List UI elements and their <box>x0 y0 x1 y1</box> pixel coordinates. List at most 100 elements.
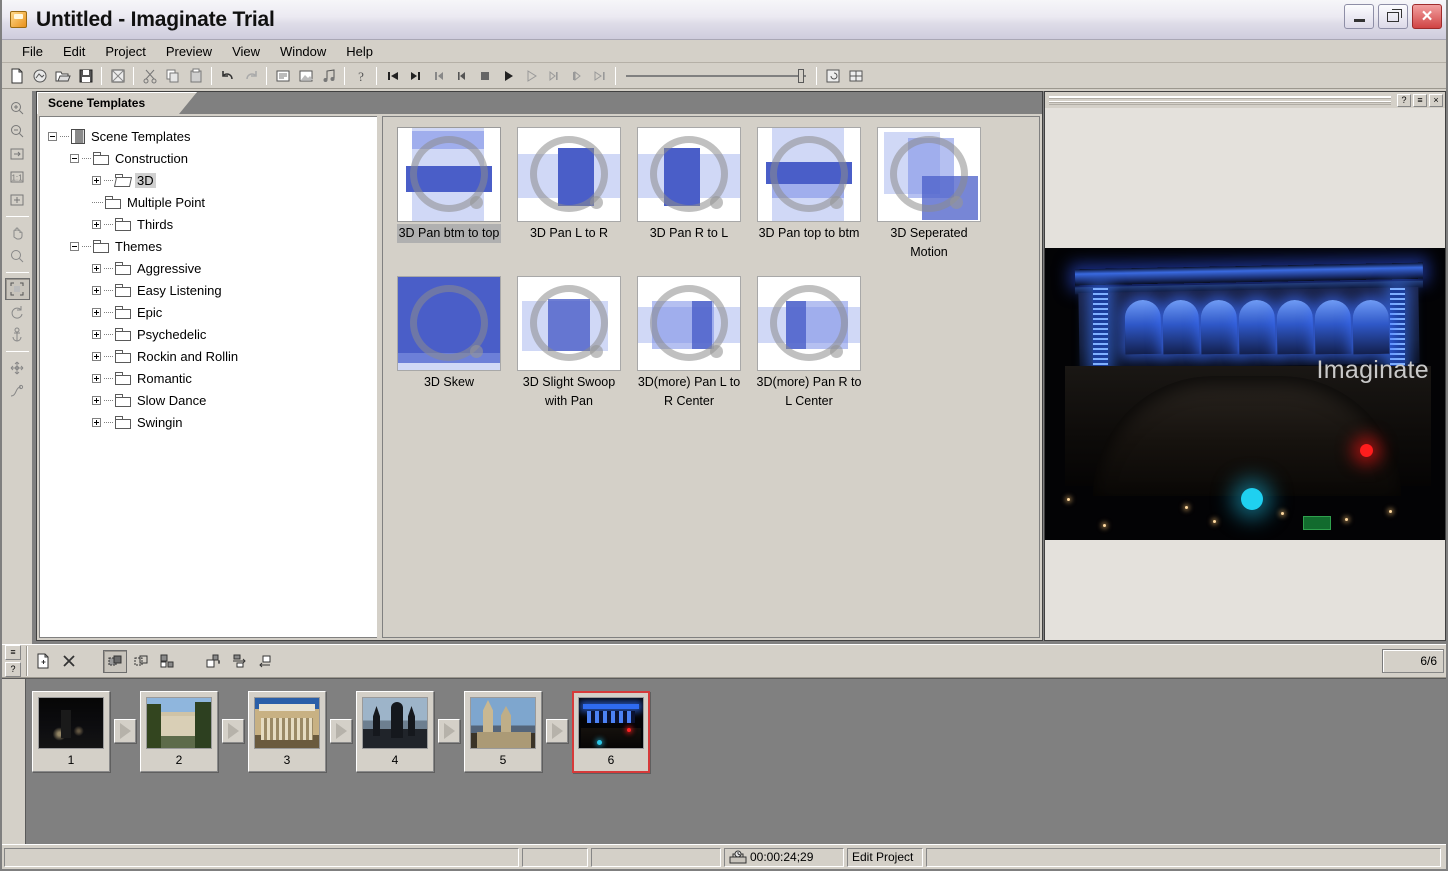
tab-scene-templates[interactable]: Scene Templates <box>37 92 197 114</box>
tree-item-psychedelic[interactable]: Psychedelic <box>48 323 377 345</box>
help-icon[interactable]: ? <box>349 65 372 87</box>
template-item[interactable]: 3D Pan top to btm <box>749 127 869 262</box>
slider-thumb[interactable] <box>798 68 804 83</box>
tree-item-slow-dance[interactable]: Slow Dance <box>48 389 377 411</box>
insert-before-icon[interactable] <box>201 649 225 673</box>
template-item[interactable]: 3D Pan L to R <box>509 127 629 262</box>
maximize-button[interactable] <box>1378 4 1408 29</box>
tree-item-3d[interactable]: 3D <box>48 169 377 191</box>
timeline-frame[interactable]: 3 <box>248 691 326 772</box>
slide-view-icon[interactable] <box>103 649 127 673</box>
fit-to-window-icon[interactable] <box>5 143 30 165</box>
delete-slide-icon[interactable] <box>57 649 81 673</box>
timeline-frame[interactable]: 1 <box>32 691 110 772</box>
move-icon[interactable] <box>5 357 30 379</box>
menu-edit[interactable]: Edit <box>53 41 95 62</box>
template-tree[interactable]: Scene Templates Construction 3D Multiple Po… <box>39 116 377 638</box>
menu-project[interactable]: Project <box>95 41 155 62</box>
template-item[interactable]: 3D Slight Swoop with Pan <box>509 276 629 411</box>
paste-icon[interactable] <box>184 65 207 87</box>
tree-collapse-icon[interactable] <box>70 153 79 163</box>
add-image-icon[interactable] <box>294 65 317 87</box>
stop-icon[interactable] <box>473 65 496 87</box>
preview-position-slider[interactable] <box>626 66 806 86</box>
magnifier-icon[interactable] <box>5 245 30 267</box>
tree-expand-icon[interactable] <box>92 351 101 361</box>
properties-icon[interactable] <box>271 65 294 87</box>
tree-expand-icon[interactable] <box>92 395 101 405</box>
play-outline-icon[interactable] <box>519 65 542 87</box>
cut-icon[interactable] <box>138 65 161 87</box>
tree-item-scene-templates[interactable]: Scene Templates <box>48 125 377 147</box>
menu-window[interactable]: Window <box>270 41 336 62</box>
previous-icon[interactable] <box>427 65 450 87</box>
actual-size-icon[interactable]: 1:1 <box>5 166 30 188</box>
tree-item-multiple-point[interactable]: Multiple Point <box>48 191 377 213</box>
tree-item-thirds[interactable]: Thirds <box>48 213 377 235</box>
zoom-in-icon[interactable] <box>5 97 30 119</box>
step-forward-marker-icon[interactable] <box>565 65 588 87</box>
open-folder-icon[interactable] <box>51 65 74 87</box>
tree-expand-icon[interactable] <box>92 373 101 383</box>
swap-icon[interactable] <box>227 649 251 673</box>
template-item[interactable]: 3D(more) Pan L to R Center <box>629 276 749 411</box>
tree-expand-icon[interactable] <box>92 219 101 229</box>
transition-view-icon[interactable] <box>129 649 153 673</box>
frame-back-icon[interactable] <box>450 65 473 87</box>
template-item[interactable]: 3D Seperated Motion <box>869 127 989 262</box>
menu-file[interactable]: File <box>12 41 53 62</box>
tree-item-swingin[interactable]: Swingin <box>48 411 377 433</box>
preview-drag-grip[interactable] <box>1049 95 1391 105</box>
tree-item-epic[interactable]: Epic <box>48 301 377 323</box>
transition-button[interactable] <box>222 719 244 743</box>
tree-item-romantic[interactable]: Romantic <box>48 367 377 389</box>
minimize-button[interactable] <box>1344 4 1374 29</box>
grouped-view-icon[interactable] <box>155 649 179 673</box>
tree-expand-icon[interactable] <box>92 175 101 185</box>
play-icon[interactable] <box>496 65 519 87</box>
preview-close-button[interactable]: × <box>1429 93 1443 107</box>
preview-help-button[interactable]: ? <box>1397 93 1411 107</box>
tree-expand-icon[interactable] <box>92 417 101 427</box>
new-icon[interactable] <box>5 65 28 87</box>
close-button[interactable]: × <box>1412 4 1442 29</box>
tree-expand-icon[interactable] <box>92 329 101 339</box>
timeline-help-icon[interactable]: ? <box>5 662 21 677</box>
tree-expand-icon[interactable] <box>92 285 101 295</box>
menu-view[interactable]: View <box>222 41 270 62</box>
next-icon[interactable] <box>542 65 565 87</box>
rewind-start-icon[interactable] <box>381 65 404 87</box>
fast-forward-end-icon[interactable] <box>588 65 611 87</box>
open-project-icon[interactable] <box>28 65 51 87</box>
tree-item-aggressive[interactable]: Aggressive <box>48 257 377 279</box>
tree-item-themes[interactable]: Themes <box>48 235 377 257</box>
tree-expand-icon[interactable] <box>92 307 101 317</box>
step-back-marker-icon[interactable] <box>404 65 427 87</box>
template-item[interactable]: 3D(more) Pan R to L Center <box>749 276 869 411</box>
zoom-out-icon[interactable] <box>5 120 30 142</box>
timeline-filmstrip[interactable]: 1 2 3 4 5 6 <box>2 678 1446 844</box>
pan-hand-icon[interactable] <box>5 222 30 244</box>
template-thumbnail-pane[interactable]: 3D Pan btm to top 3D Pan L to R 3D Pan R t… <box>382 116 1040 638</box>
template-item[interactable]: 3D Skew <box>389 276 509 411</box>
transition-button[interactable] <box>330 719 352 743</box>
transition-button[interactable] <box>546 719 568 743</box>
redo-icon[interactable] <box>239 65 262 87</box>
tree-item-construction[interactable]: Construction <box>48 147 377 169</box>
save-icon[interactable] <box>74 65 97 87</box>
menu-preview[interactable]: Preview <box>156 41 222 62</box>
preview-menu-button[interactable]: ≡ <box>1413 93 1427 107</box>
timeline-frame[interactable]: 5 <box>464 691 542 772</box>
undo-icon[interactable] <box>216 65 239 87</box>
anchor-icon[interactable] <box>5 324 30 346</box>
template-item[interactable]: 3D Pan R to L <box>629 127 749 262</box>
menu-help[interactable]: Help <box>336 41 383 62</box>
add-music-icon[interactable] <box>317 65 340 87</box>
transition-button[interactable] <box>114 719 136 743</box>
crop-icon[interactable] <box>4 278 30 300</box>
tree-expand-icon[interactable] <box>92 263 101 273</box>
move-back-icon[interactable] <box>253 649 277 673</box>
tree-collapse-icon[interactable] <box>70 241 79 251</box>
list-menu-icon[interactable]: ≡ <box>5 645 21 660</box>
rotate-icon[interactable] <box>5 301 30 323</box>
